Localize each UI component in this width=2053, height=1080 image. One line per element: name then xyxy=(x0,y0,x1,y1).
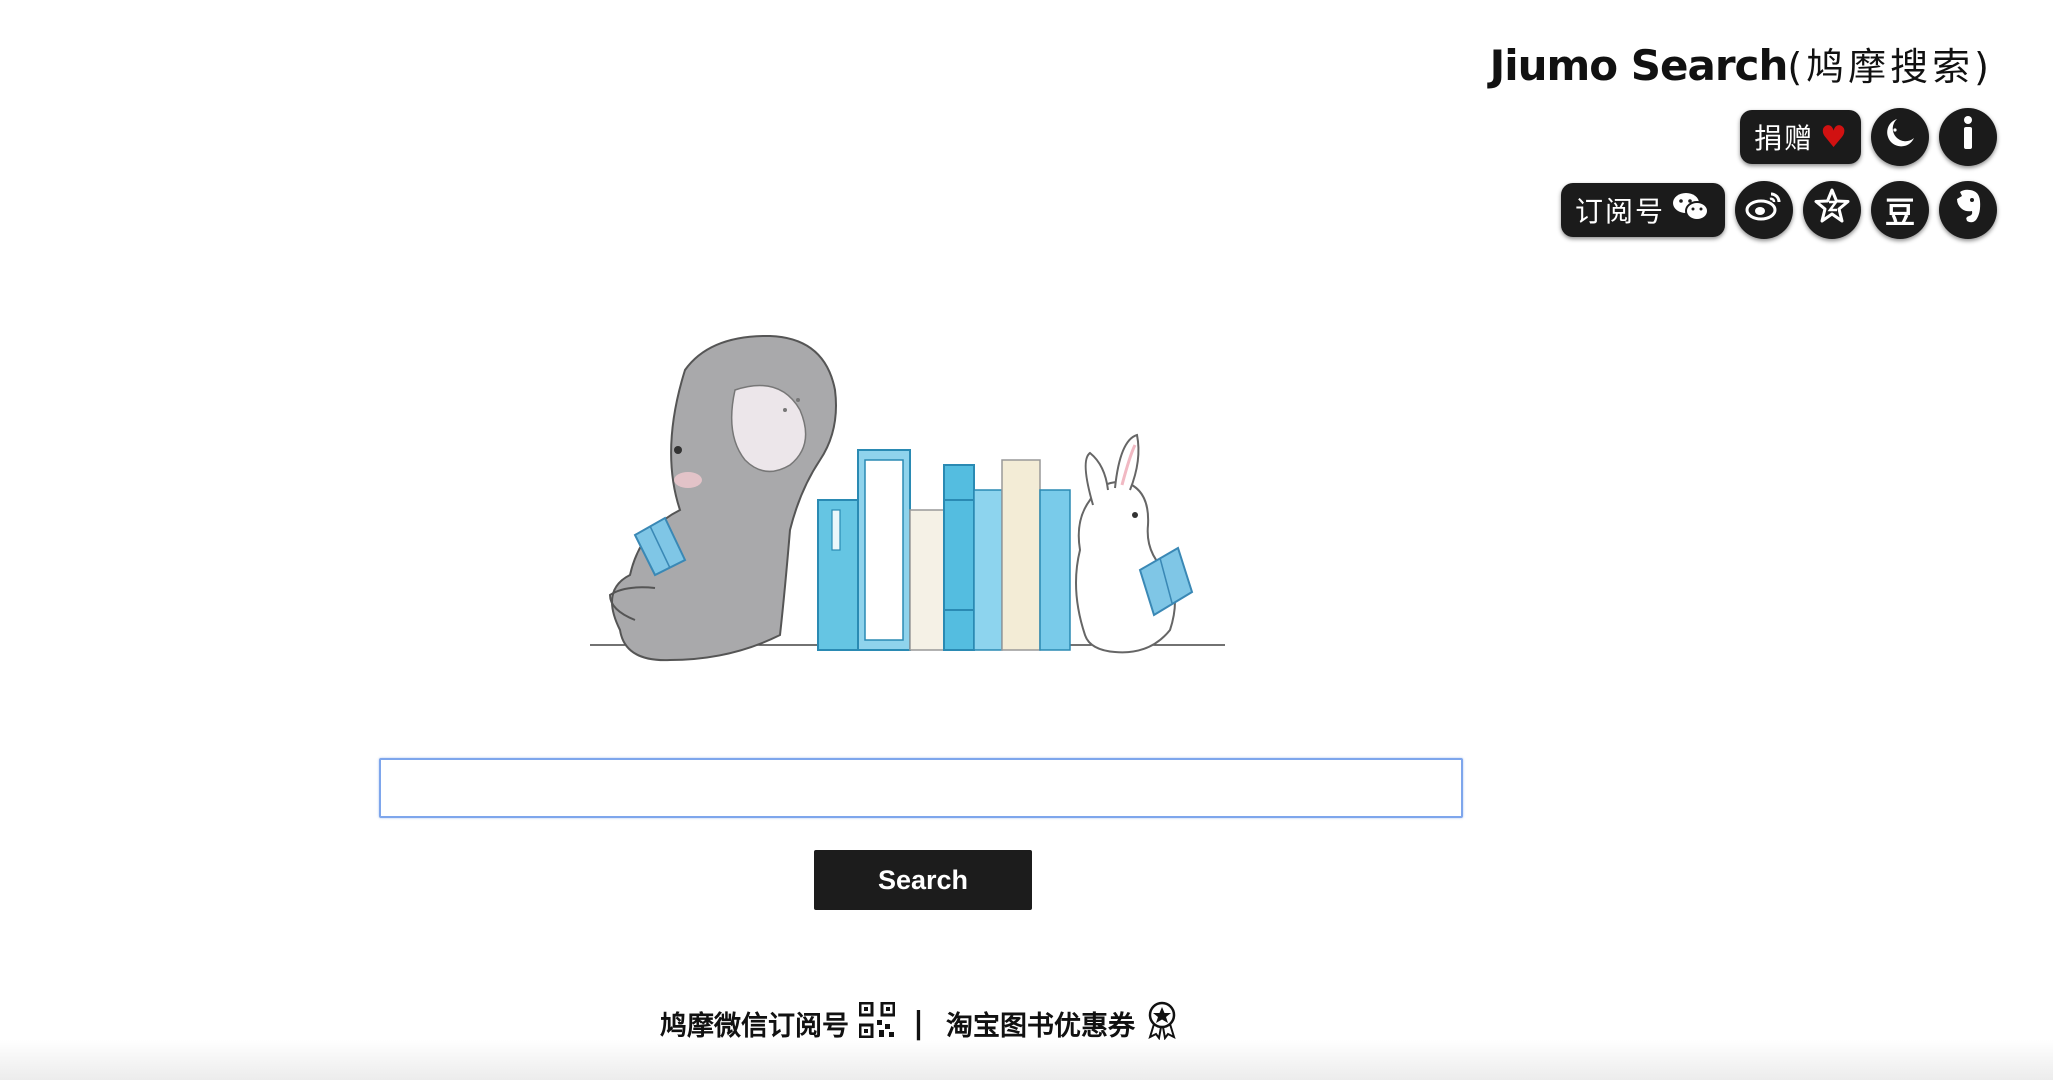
hero-illustration xyxy=(580,330,1230,680)
footer-separator: | xyxy=(913,1006,924,1041)
wechat-subscribe-link[interactable]: 鸠摩微信订阅号 xyxy=(660,1004,849,1043)
moon-icon xyxy=(1883,116,1917,158)
site-title-cn: (鸠摩搜索) xyxy=(1787,45,1993,89)
footer-links: 鸠摩微信订阅号 | 淘宝图书优惠券 xyxy=(660,1000,1179,1047)
star-button[interactable] xyxy=(1803,181,1861,239)
info-icon xyxy=(1951,114,1985,160)
search-input[interactable] xyxy=(379,758,1463,818)
coupon-badge-icon[interactable] xyxy=(1145,1000,1179,1047)
site-title: Jiumo Search(鸠摩搜索) xyxy=(1490,36,1993,91)
douban-icon: 豆 xyxy=(1885,196,1915,231)
site-title-en: Jiumo Search xyxy=(1489,41,1789,90)
night-mode-button[interactable] xyxy=(1871,108,1929,166)
wechat-icon xyxy=(1671,190,1711,231)
weibo-icon xyxy=(1745,190,1783,230)
elephant-image xyxy=(608,334,837,662)
search-button[interactable]: Search xyxy=(814,850,1032,910)
books-image xyxy=(817,449,1071,651)
qr-code-icon[interactable] xyxy=(858,1001,896,1045)
taobao-coupon-link[interactable]: 淘宝图书优惠券 xyxy=(946,1004,1135,1043)
subscribe-button[interactable]: 订阅号 xyxy=(1560,183,1725,237)
heart-icon: ♥ xyxy=(1820,119,1847,155)
subscribe-label: 订阅号 xyxy=(1574,195,1665,228)
weibo-button[interactable] xyxy=(1735,181,1793,239)
toolbar-row-bottom: 订阅号 豆 xyxy=(1560,181,1997,239)
evernote-icon xyxy=(1952,187,1984,233)
info-button[interactable] xyxy=(1939,108,1997,166)
toolbar-row-top: 捐赠 ♥ xyxy=(1740,108,1997,166)
donate-label: 捐赠 xyxy=(1754,122,1815,155)
evernote-button[interactable] xyxy=(1939,181,1997,239)
star-icon xyxy=(1813,187,1851,233)
bunny-image xyxy=(1075,433,1194,654)
donate-button[interactable]: 捐赠 ♥ xyxy=(1740,110,1861,164)
douban-button[interactable]: 豆 xyxy=(1871,181,1929,239)
